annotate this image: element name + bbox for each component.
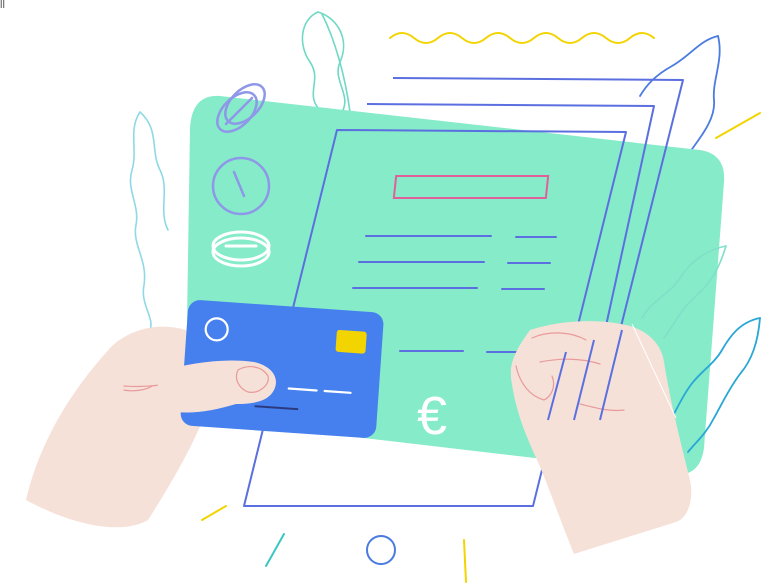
yellow-dash-bottom-left (201, 505, 227, 521)
card-chip (335, 329, 367, 354)
teal-dash-bottom (265, 533, 285, 567)
left-leaf-decoration (129, 111, 169, 331)
top-leaf-decoration (301, 11, 351, 113)
yellow-wave (389, 32, 655, 44)
yellow-dash-bottom-right (463, 539, 467, 583)
euro-icon: € (417, 386, 447, 446)
ring-icon (366, 535, 396, 565)
yellow-dash-right (715, 112, 761, 139)
payment-illustration: € (26, 11, 761, 583)
